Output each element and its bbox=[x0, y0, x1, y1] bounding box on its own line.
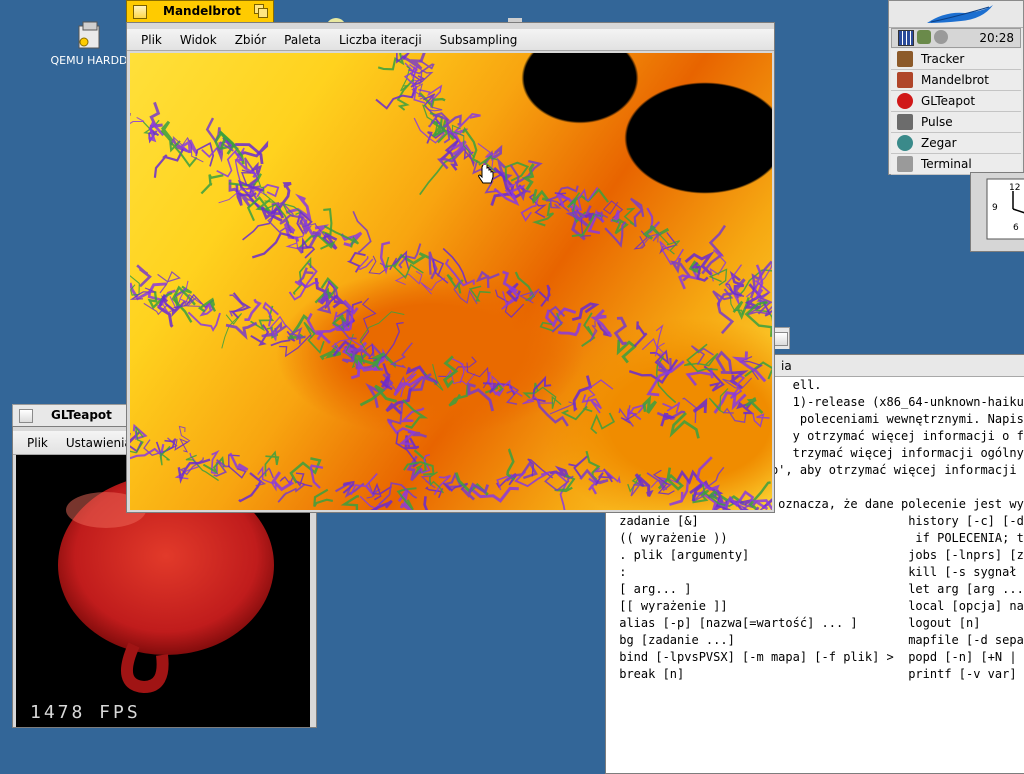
glteapot-tab[interactable]: GLTeapot bbox=[12, 404, 127, 426]
terminal-line: alias [-p] [nazwa[=wartość] ... ] logout… bbox=[612, 616, 981, 630]
network-icon[interactable] bbox=[917, 30, 931, 44]
deskbar-app-mandelbrot[interactable]: Mandelbrot bbox=[891, 70, 1021, 91]
harddisk-icon bbox=[73, 20, 105, 52]
deskbar: 20:28 Tracker Mandelbrot GLTeapot Pulse … bbox=[888, 0, 1024, 175]
clock-numeral-12: 12 bbox=[1009, 183, 1021, 193]
menu-liczba-iteracji[interactable]: Liczba iteracji bbox=[330, 33, 431, 47]
window-title: GLTeapot bbox=[51, 408, 112, 422]
menu-plik[interactable]: Plik bbox=[132, 33, 171, 47]
terminal-line: . plik [argumenty] jobs [-lnprs] [zad bbox=[612, 548, 1024, 562]
clock-window[interactable]: 12 9 6 bbox=[970, 172, 1024, 252]
terminal-line: [ arg... ] let arg [arg ...] bbox=[612, 582, 1024, 596]
terminal-line: : kill [-s sygnał | bbox=[612, 565, 1024, 579]
deskbar-leaf-menu[interactable] bbox=[889, 1, 1023, 28]
menu-paleta[interactable]: Paleta bbox=[275, 33, 330, 47]
menu-subsampling[interactable]: Subsampling bbox=[431, 33, 527, 47]
terminal-line: (( wyrażenie )) if POLECENIA; then bbox=[612, 531, 1024, 545]
deskbar-app-zegar[interactable]: Zegar bbox=[891, 133, 1021, 154]
menu-widok[interactable]: Widok bbox=[171, 33, 226, 47]
deskbar-app-glteapot[interactable]: GLTeapot bbox=[891, 91, 1021, 112]
haiku-leaf-icon bbox=[927, 5, 993, 23]
close-box[interactable] bbox=[133, 5, 147, 19]
clock-icon bbox=[897, 135, 913, 151]
terminal-line: [[ wyrażenie ]] local [opcja] nazw bbox=[612, 599, 1024, 613]
deskbar-clock[interactable]: 20:28 bbox=[979, 31, 1020, 45]
fps-counter: 1478 FPS bbox=[30, 702, 141, 723]
fractal-filaments bbox=[130, 53, 772, 510]
terminal-icon bbox=[897, 156, 913, 172]
mandelbrot-window[interactable]: Plik Widok Zbiór Paleta Liczba iteracji … bbox=[126, 22, 775, 513]
terminal-line: zadanie [&] history [-c] [-d o bbox=[612, 514, 1024, 528]
deskbar-app-pulse[interactable]: Pulse bbox=[891, 112, 1021, 133]
deskbar-app-label: Mandelbrot bbox=[921, 73, 989, 87]
desktop-icon-qemu-harddisk[interactable]: QEMU HARDD bbox=[44, 20, 134, 67]
close-box[interactable] bbox=[774, 332, 788, 346]
clock-numeral-6: 6 bbox=[1013, 223, 1019, 233]
deskbar-tray: 20:28 bbox=[891, 28, 1021, 48]
mandelbrot-menubar: Plik Widok Zbiór Paleta Liczba iteracji … bbox=[127, 29, 774, 51]
hand-cursor-icon bbox=[478, 165, 494, 184]
deskbar-app-label: Tracker bbox=[921, 52, 965, 66]
mandelbrot-tab[interactable]: Mandelbrot bbox=[126, 0, 274, 22]
deskbar-app-label: GLTeapot bbox=[921, 94, 976, 108]
desktop-icon-label: QEMU HARDD bbox=[50, 54, 128, 67]
terminal-line: break [n] printf [-v var] fo bbox=[612, 667, 1024, 681]
cpu-monitor-icon[interactable] bbox=[898, 30, 914, 46]
disk-icon[interactable] bbox=[934, 30, 948, 44]
menu-zbior[interactable]: Zbiór bbox=[226, 33, 275, 47]
close-box[interactable] bbox=[19, 409, 33, 423]
menu-plik[interactable]: Plik bbox=[18, 436, 57, 450]
zoom-box[interactable] bbox=[254, 4, 268, 18]
deskbar-app-tracker[interactable]: Tracker bbox=[891, 49, 1021, 70]
tray-icons bbox=[892, 30, 948, 46]
deskbar-app-label: Pulse bbox=[921, 115, 953, 129]
deskbar-app-label: Zegar bbox=[921, 136, 957, 150]
mandelbrot-icon bbox=[897, 72, 913, 88]
deskbar-app-label: Terminal bbox=[921, 157, 972, 171]
terminal-title: ia bbox=[781, 358, 792, 373]
terminal-line: bind [-lpvsPVSX] [-m mapa] [-f plik] > p… bbox=[612, 650, 1024, 664]
pulse-icon bbox=[897, 114, 913, 130]
clock-numeral-9: 9 bbox=[992, 203, 998, 213]
teapot-icon bbox=[897, 93, 913, 109]
terminal-line: bg [zadanie ...] mapfile [-d separa bbox=[612, 633, 1024, 647]
window-title: Mandelbrot bbox=[163, 4, 241, 18]
tracker-icon bbox=[897, 51, 913, 67]
fractal-canvas[interactable] bbox=[130, 53, 772, 510]
